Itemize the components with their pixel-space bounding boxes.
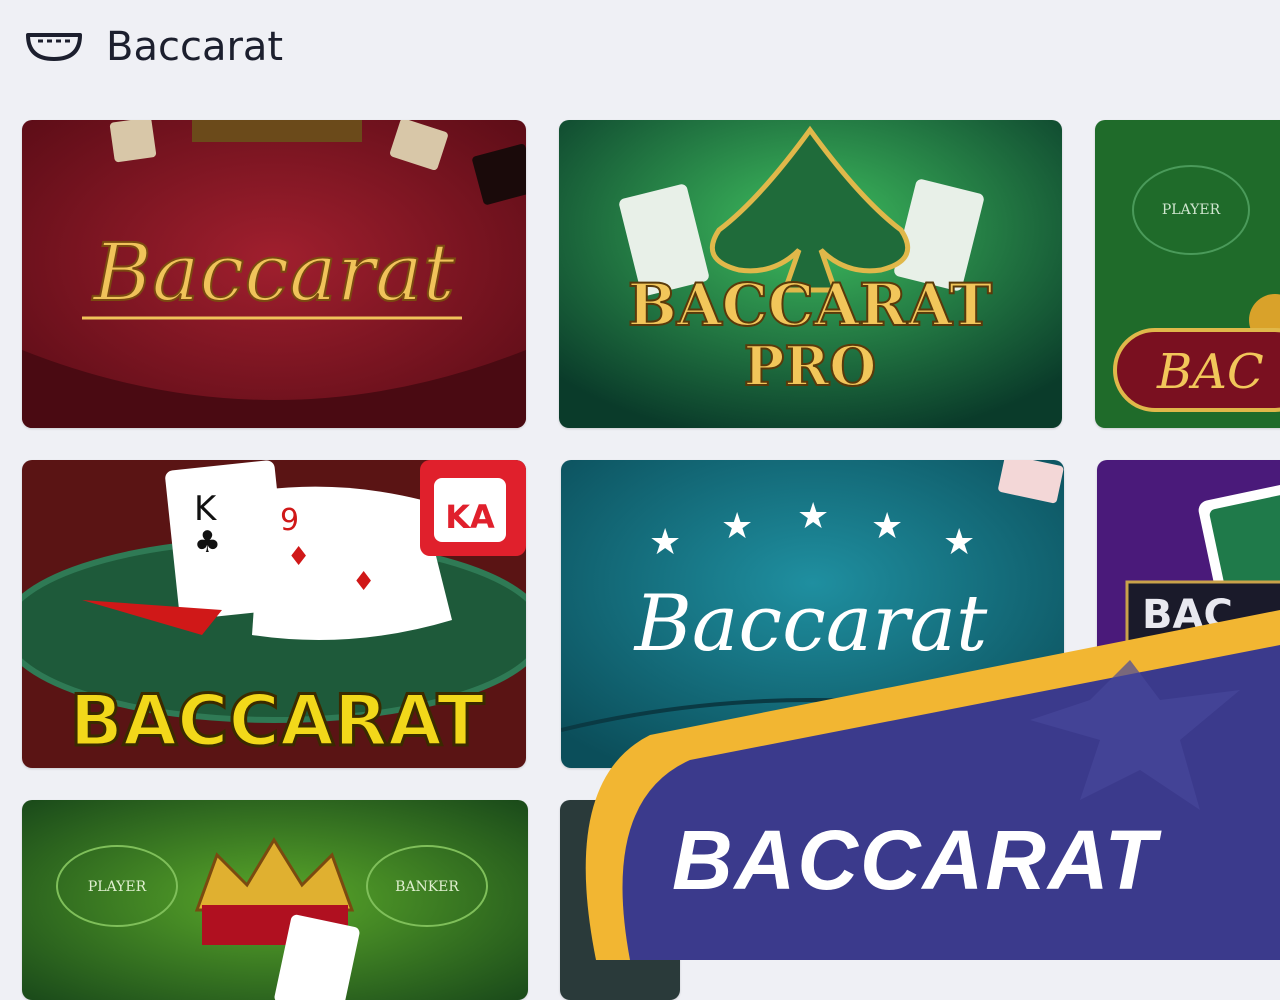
game-thumbnail: PLAYER BAC: [1095, 120, 1280, 428]
game-tile-baccarat-coins[interactable]: PLAYER BAC: [1095, 120, 1280, 428]
game-thumbnail: Baccarat: [22, 120, 526, 428]
section-header: Baccarat: [24, 22, 283, 72]
diamond-icon: ♦: [287, 542, 310, 572]
game-tile-baccarat-ka[interactable]: K ♣ 9 ♦ ♦ KA BACCARAT: [22, 460, 526, 768]
table-label-player: PLAYER: [88, 879, 147, 895]
game-logo: BAC: [1142, 592, 1233, 638]
game-tile-baccarat-red[interactable]: Baccarat: [22, 120, 526, 428]
svg-text:★: ★: [649, 522, 681, 563]
banner-label: BACCARAT: [672, 813, 1158, 907]
club-icon: ♣: [194, 525, 221, 560]
table-label-banker: BANKER: [395, 879, 459, 895]
game-tile-baccarat-crown[interactable]: PLAYER BANKER: [22, 800, 528, 1000]
game-logo-line2: PRO: [744, 334, 877, 398]
game-tile-baccarat-teal[interactable]: ★ ★ ★ ★ ★ Baccarat: [561, 460, 1064, 768]
game-thumbnail: [560, 800, 680, 1000]
game-logo: BAC: [1156, 344, 1264, 400]
game-logo: Baccarat: [91, 226, 456, 319]
provider-badge: KA: [445, 498, 495, 536]
game-tile-baccarat-pro[interactable]: BACCARAT PRO: [559, 120, 1062, 428]
svg-text:★: ★: [797, 496, 829, 537]
game-thumbnail: K ♣ 9 ♦ ♦ KA BACCARAT: [22, 460, 526, 768]
svg-text:♦: ♦: [352, 567, 375, 597]
table-label: PLAYER: [1162, 202, 1221, 218]
svg-text:★: ★: [721, 506, 753, 547]
baccarat-table-icon: [26, 33, 82, 61]
game-logo: BACCARAT: [70, 680, 485, 762]
game-logo: Baccarat: [633, 579, 988, 669]
game-tile-partial[interactable]: [560, 800, 680, 1000]
game-thumbnail: BACCARAT PRO: [559, 120, 1062, 428]
game-logo-line1: BACCARAT: [628, 271, 993, 339]
section-title: Baccarat: [106, 24, 284, 70]
card-rank: K: [194, 489, 218, 529]
game-thumbnail: PLAYER BANKER: [22, 800, 528, 1000]
card-rank: 9: [280, 503, 299, 538]
svg-text:★: ★: [943, 522, 975, 563]
game-thumbnail: BAC: [1097, 460, 1280, 768]
game-thumbnail: ★ ★ ★ ★ ★ Baccarat: [561, 460, 1064, 768]
svg-text:★: ★: [871, 506, 903, 547]
game-tile-baccarat-purple[interactable]: BAC: [1097, 460, 1280, 768]
